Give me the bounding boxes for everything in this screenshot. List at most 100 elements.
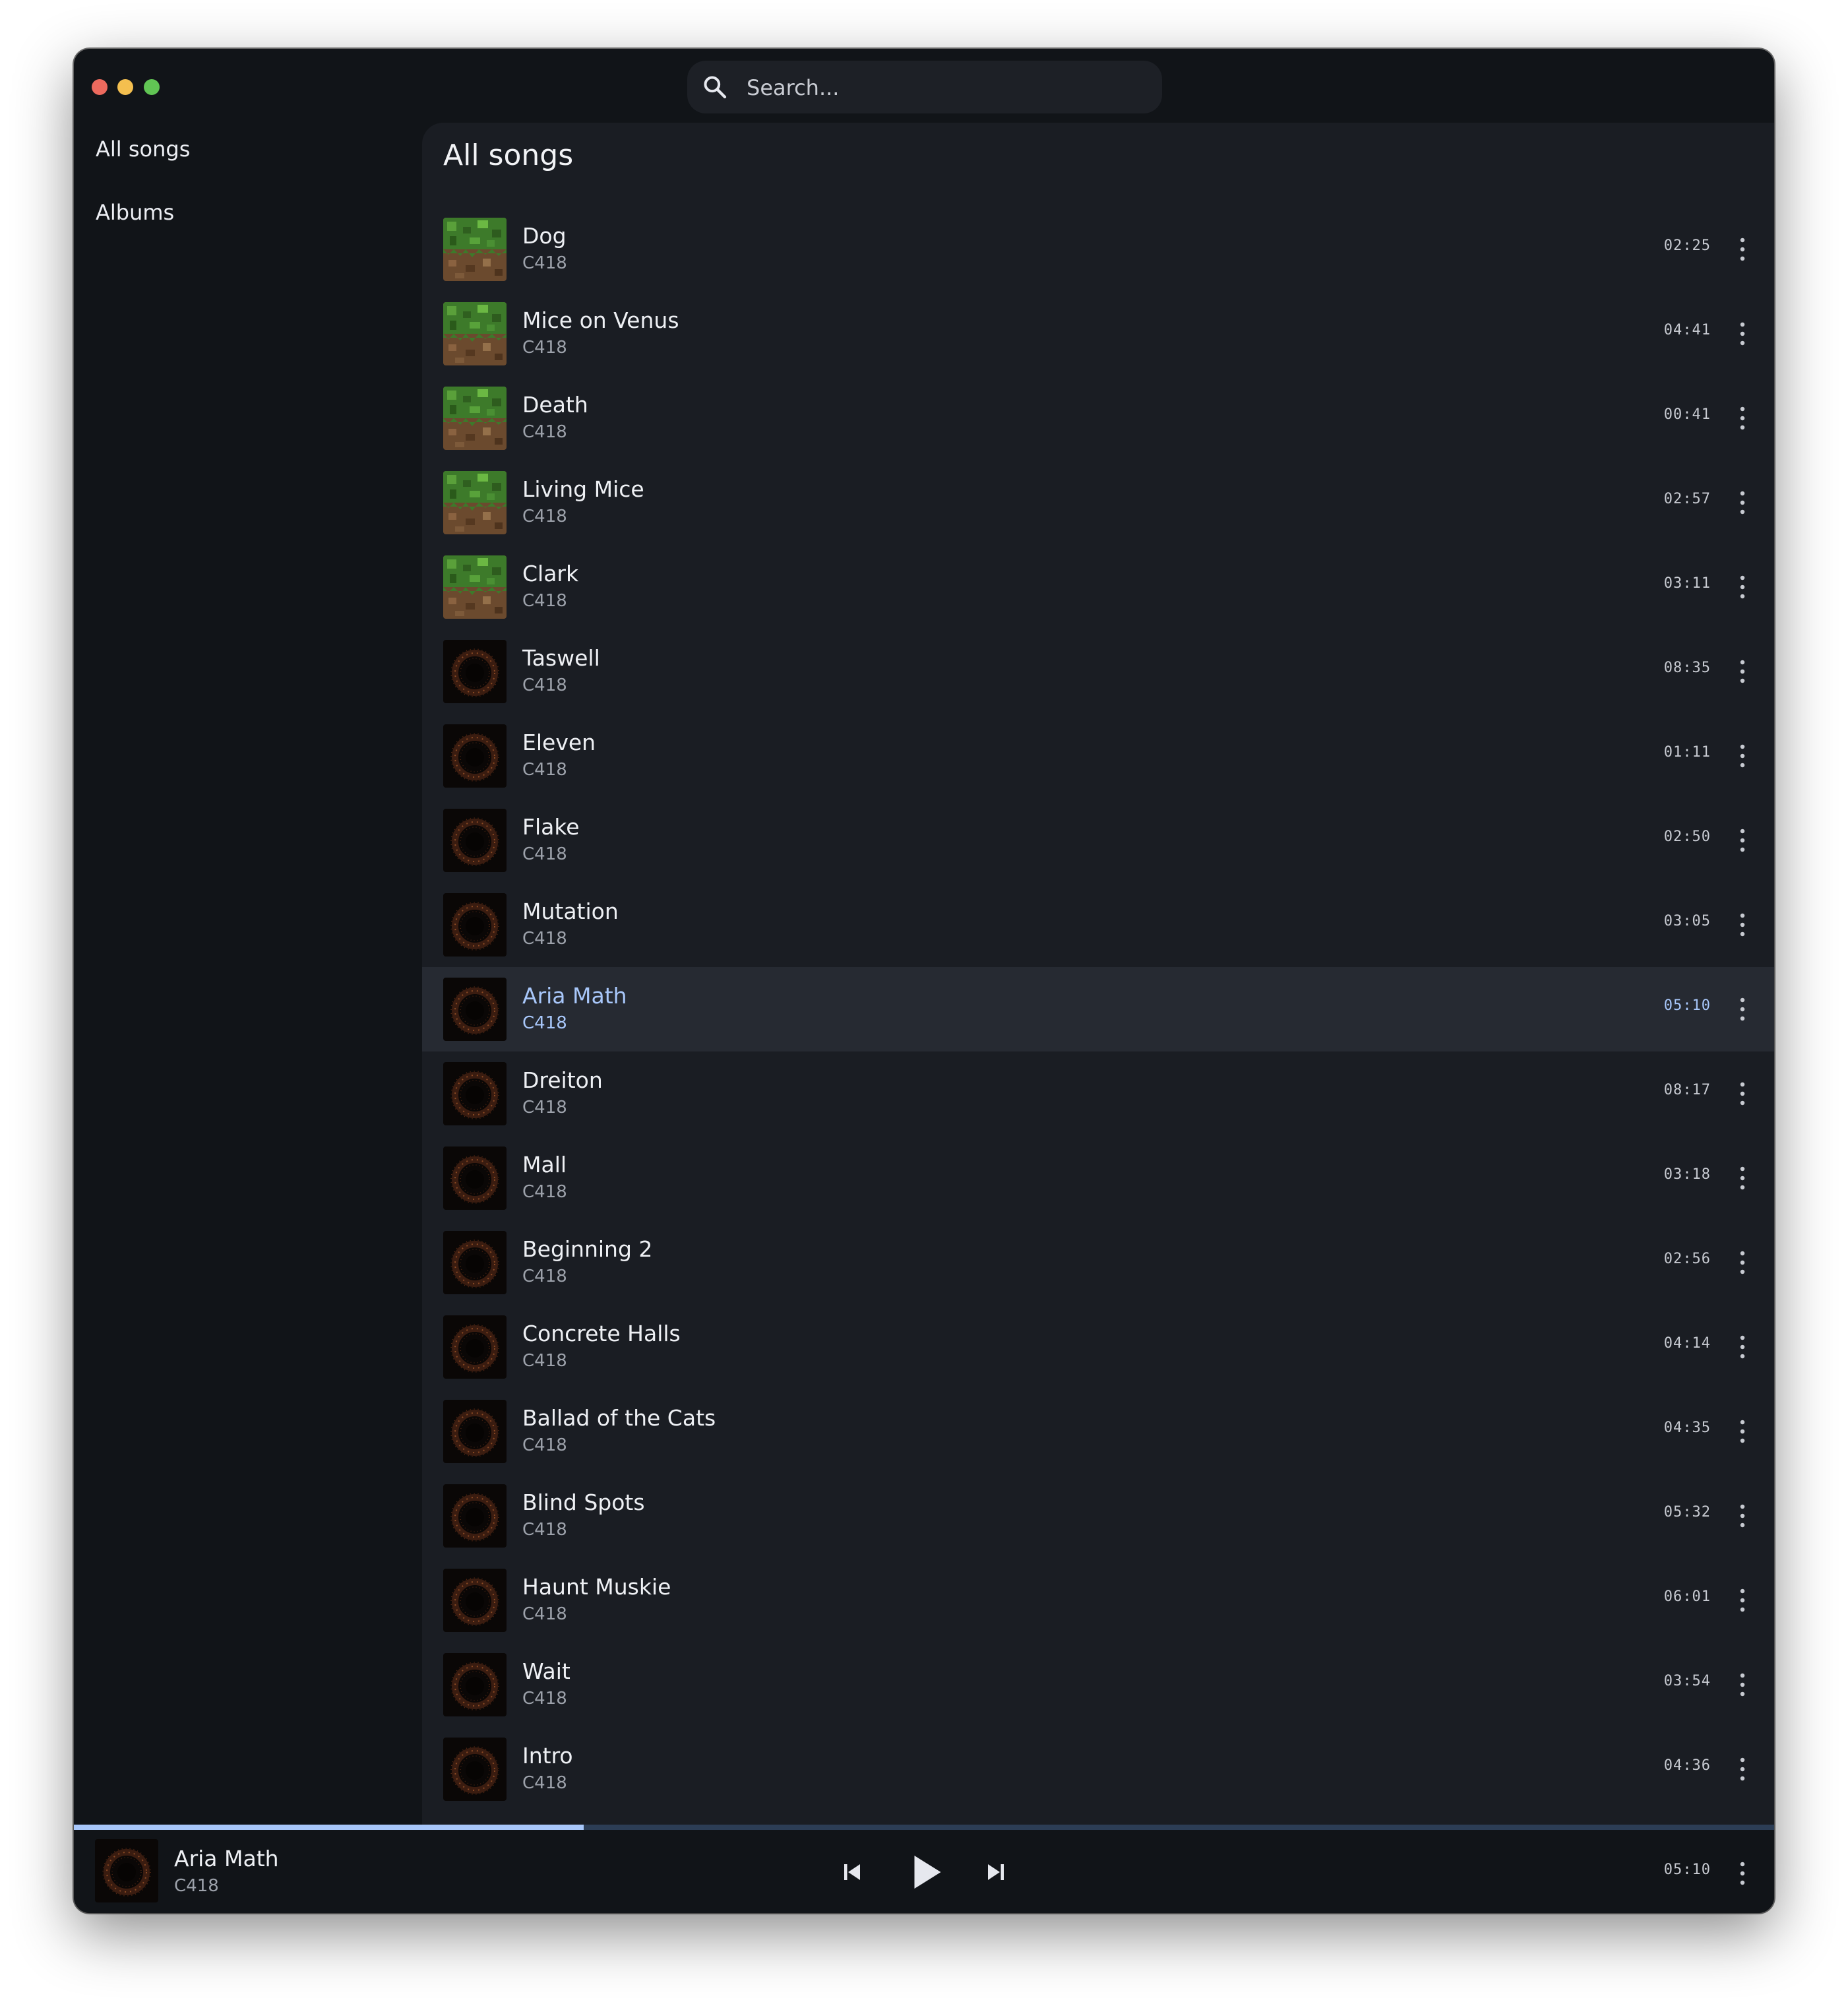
more-options-icon[interactable] [1729,1416,1756,1447]
more-options-icon[interactable] [1729,909,1756,941]
song-row[interactable]: Dog C418 02:25 [422,207,1774,292]
dark-ring-album-art [443,1738,507,1801]
player-duration: 05:10 [1663,1862,1711,1878]
more-options-icon[interactable] [1729,1500,1756,1532]
song-duration: 03:18 [1663,1166,1711,1183]
song-title: Intro [522,1743,573,1769]
song-album-art [443,302,507,365]
song-duration: 03:54 [1663,1673,1711,1689]
playback-progress-bar[interactable] [74,1825,1774,1830]
song-artist: C418 [522,1435,567,1455]
more-options-icon[interactable] [1729,571,1756,603]
song-duration: 04:14 [1663,1335,1711,1352]
song-album-art [443,724,507,788]
skip-previous-icon[interactable] [840,1860,864,1884]
song-row[interactable]: Intro C418 04:36 [422,1727,1774,1811]
song-row[interactable]: Mutation C418 03:05 [422,883,1774,967]
grass-block-album-art [443,387,507,450]
title-bar [74,49,1774,123]
song-row[interactable]: Taswell C418 08:35 [422,629,1774,714]
song-title: Eleven [522,730,596,755]
song-title: Dog [522,223,567,249]
dark-ring-album-art [443,1400,507,1463]
song-album-art [443,1231,507,1294]
more-options-icon[interactable] [1729,1078,1756,1110]
more-options-icon[interactable] [1729,1162,1756,1194]
song-title: Mutation [522,898,619,924]
dark-ring-album-art [443,978,507,1041]
more-options-icon[interactable] [1729,656,1756,687]
song-artist: C418 [522,1773,567,1793]
more-options-icon[interactable] [1729,234,1756,265]
song-title: Clark [522,561,579,586]
search-input[interactable] [745,67,1144,108]
song-album-art [443,1484,507,1548]
song-row[interactable]: Living Mice C418 02:57 [422,460,1774,545]
song-row[interactable]: Mall C418 03:18 [422,1136,1774,1220]
song-artist: C418 [522,1351,567,1371]
song-artist: C418 [522,844,567,864]
dark-ring-album-art [95,1839,158,1902]
player-more-icon[interactable] [1729,1858,1756,1889]
more-options-icon[interactable] [1729,993,1756,1025]
zoom-window-button[interactable] [144,79,160,95]
more-options-icon[interactable] [1729,318,1756,350]
song-row[interactable]: Ballad of the Cats C418 04:35 [422,1389,1774,1474]
song-artist: C418 [522,1013,567,1033]
close-window-button[interactable] [92,79,108,95]
app-window: All songs Albums All songs Dog C418 02:25 M… [74,49,1774,1913]
song-duration: 04:35 [1663,1420,1711,1436]
dark-ring-album-art [443,724,507,788]
skip-next-icon[interactable] [984,1860,1008,1884]
minimize-window-button[interactable] [117,79,133,95]
song-row[interactable]: Blind Spots C418 05:32 [422,1474,1774,1558]
more-options-icon[interactable] [1729,1669,1756,1701]
more-options-icon[interactable] [1729,825,1756,856]
song-row[interactable]: Haunt Muskie C418 06:01 [422,1558,1774,1643]
more-options-icon[interactable] [1729,1247,1756,1278]
song-artist: C418 [522,1098,567,1117]
dark-ring-album-art [443,1062,507,1125]
song-album-art [443,1146,507,1210]
song-row[interactable]: Mice on Venus C418 04:41 [422,292,1774,376]
song-duration: 03:05 [1663,913,1711,929]
song-artist: C418 [522,253,567,273]
dark-ring-album-art [443,1315,507,1379]
song-title: Death [522,392,588,418]
sidebar-item-all-songs[interactable]: All songs [96,129,190,169]
grass-block-album-art [443,471,507,534]
search-icon [704,76,727,99]
sidebar-item-albums[interactable]: Albums [96,193,174,232]
song-duration: 08:17 [1663,1082,1711,1098]
song-title: Beginning 2 [522,1236,653,1262]
more-options-icon[interactable] [1729,402,1756,434]
more-options-icon[interactable] [1729,1331,1756,1363]
song-row[interactable]: Clark C418 03:11 [422,545,1774,629]
song-artist: C418 [522,591,567,611]
main-panel: All songs Dog C418 02:25 Mice on Venus C418 0… [422,123,1774,1825]
search-bar[interactable] [687,61,1162,113]
song-title: Mice on Venus [522,307,679,333]
play-icon[interactable] [906,1852,946,1892]
song-album-art [443,809,507,872]
song-row[interactable]: Eleven C418 01:11 [422,714,1774,798]
song-title: Taswell [522,645,600,671]
song-row[interactable]: Beginning 2 C418 02:56 [422,1220,1774,1305]
song-artist: C418 [522,1182,567,1202]
song-row[interactable]: Flake C418 02:50 [422,798,1774,883]
song-row[interactable]: Dreiton C418 08:17 [422,1051,1774,1136]
more-options-icon[interactable] [1729,1584,1756,1616]
song-row[interactable]: Wait C418 03:54 [422,1643,1774,1727]
grass-block-album-art [443,218,507,281]
more-options-icon[interactable] [1729,740,1756,772]
more-options-icon[interactable] [1729,487,1756,518]
song-album-art [443,555,507,619]
song-row[interactable]: Concrete Halls C418 04:14 [422,1305,1774,1389]
song-album-art [443,1315,507,1379]
song-row[interactable]: Aria Math C418 05:10 [422,967,1774,1051]
song-row[interactable]: Death C418 00:41 [422,376,1774,460]
song-artist: C418 [522,675,567,695]
more-options-icon[interactable] [1729,1753,1756,1785]
song-duration: 02:57 [1663,491,1711,507]
song-artist: C418 [522,760,567,780]
